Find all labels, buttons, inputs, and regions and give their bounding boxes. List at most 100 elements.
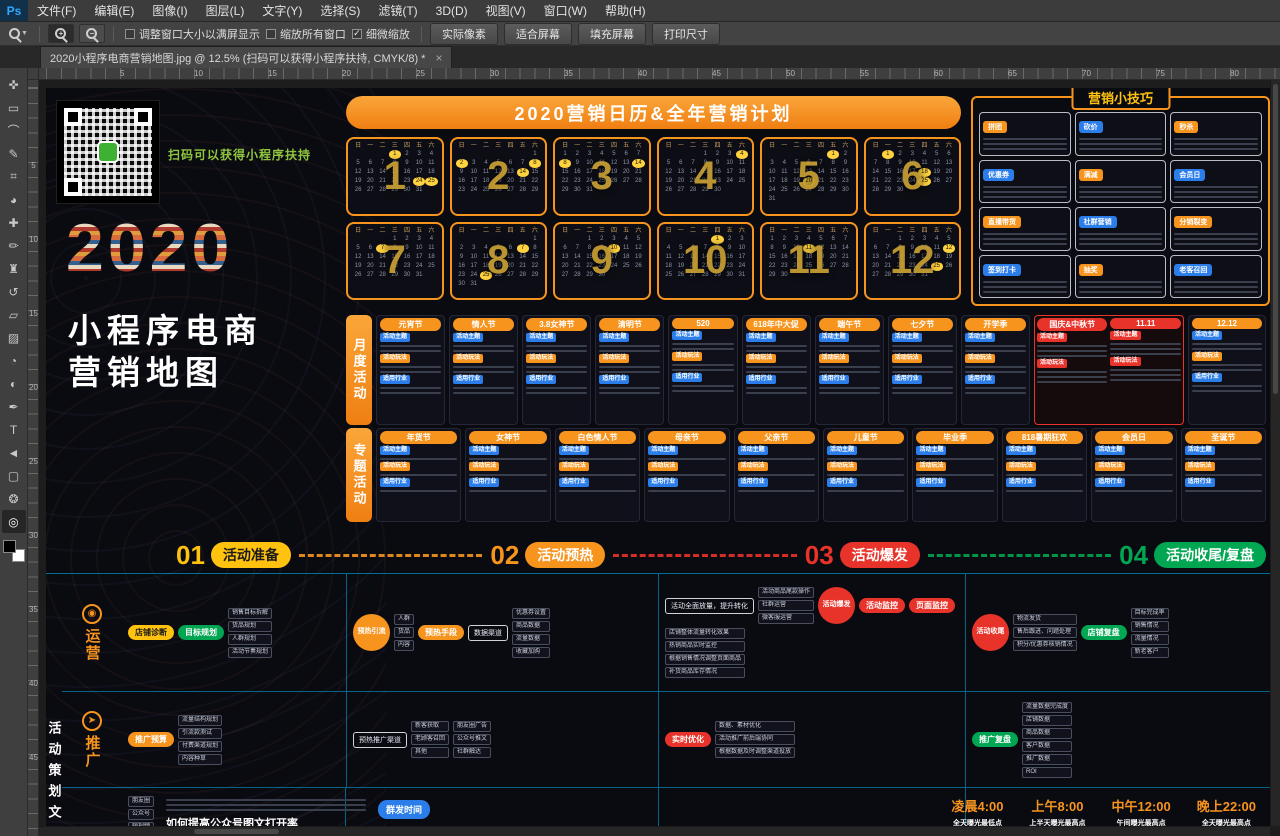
timeline-item: 中午12:00午间曝光最高点: [1112, 796, 1171, 828]
text-lines: [916, 455, 993, 460]
horizontal-scrollbar[interactable]: [39, 826, 1270, 836]
vertical-scrollbar-thumb[interactable]: [1273, 84, 1278, 394]
zoom-out-button[interactable]: −: [79, 24, 105, 43]
card-section-label: 活动玩法: [738, 462, 768, 471]
poster-artwork: 扫码可以获得小程序扶持 2020 小程序电商 营销地图 2020营销日历&全年营…: [46, 88, 1270, 836]
zoom-in-button[interactable]: +: [48, 24, 74, 43]
text-lines: [526, 384, 587, 394]
menu-item-8[interactable]: 视图(V): [477, 0, 535, 22]
move-tool-icon[interactable]: ✜: [2, 73, 26, 96]
history-brush-tool-icon[interactable]: ↺: [2, 280, 26, 303]
menu-item-2[interactable]: 图像(I): [143, 0, 196, 22]
ruler-h-label: 30: [490, 69, 499, 78]
text-lines: [453, 363, 514, 373]
calendar-weekdays: 日一二三四五六: [870, 227, 956, 235]
vertical-ruler: 51015202530354045: [28, 80, 39, 836]
eyedropper-tool-icon[interactable]: ◕: [2, 188, 26, 211]
brush-tool-icon[interactable]: ✏: [2, 234, 26, 257]
marquee-tool-icon[interactable]: ▭: [2, 96, 26, 119]
option-button-1[interactable]: 适合屏幕: [504, 23, 572, 45]
clone-stamp-tool-icon[interactable]: ♜: [2, 257, 26, 280]
menu-item-7[interactable]: 3D(D): [427, 0, 477, 22]
zoom-tool-icon[interactable]: ◎: [2, 510, 26, 533]
horizontal-scrollbar-thumb[interactable]: [194, 829, 279, 834]
card-section: 活动主题: [1037, 333, 1108, 357]
card-section-label: 活动玩法: [559, 462, 589, 471]
tool-palette: ✜▭⌒✎⌗◕✚✏♜↺▱▨◔◐✒T◄▢❂◎: [0, 68, 28, 836]
workflow-node: 货品规划: [228, 621, 272, 632]
card-section-label: 活动玩法: [453, 354, 483, 363]
menu-item-3[interactable]: 图层(L): [197, 0, 254, 22]
shape-tool-icon[interactable]: ▢: [2, 464, 26, 487]
qr-corner: [64, 108, 82, 126]
tips-grid: 拼团砍价秒杀优惠券满减会员日直播带货社群营销分销裂变签到打卡抽奖老客召回: [979, 112, 1262, 298]
calendar-dates: 1234567891011121314151617181920212223242…: [456, 235, 542, 289]
workflow-node: 数据渠道: [468, 625, 508, 641]
activity-card: 儿童节活动主题活动玩法适用行业: [823, 428, 908, 522]
timeline-time: 中午12:00: [1112, 796, 1171, 815]
menu-item-1[interactable]: 编辑(E): [85, 0, 143, 22]
activity-card: 元宵节活动主题活动玩法适用行业: [376, 315, 445, 425]
menu-item-5[interactable]: 选择(S): [311, 0, 369, 22]
poster-title-line2: 营销地图: [68, 356, 224, 389]
card-section: 适用行业: [1006, 478, 1083, 492]
activity-card-title: 520: [672, 318, 733, 329]
card-section-label: 适用行业: [380, 375, 410, 384]
card-section: 适用行业: [819, 375, 880, 394]
healing-brush-tool-icon[interactable]: ✚: [2, 211, 26, 234]
dodge-tool-icon[interactable]: ◐: [2, 372, 26, 395]
activity-card: 清明节活动主题活动玩法适用行业: [595, 315, 664, 425]
option-checkbox-1[interactable]: 缩放所有窗口: [266, 26, 346, 42]
photoshop-logo-icon: Ps: [0, 0, 28, 21]
foreground-color-swatch[interactable]: [3, 540, 16, 553]
blur-tool-icon[interactable]: ◔: [2, 349, 26, 372]
hand-tool-icon[interactable]: ❂: [2, 487, 26, 510]
gradient-tool-icon[interactable]: ▨: [2, 326, 26, 349]
text-lines: [526, 363, 587, 373]
activity-card-title: 端午节: [819, 318, 880, 331]
card-section: 活动玩法: [1110, 357, 1181, 381]
menu-item-0[interactable]: 文件(F): [28, 0, 85, 22]
quick-select-tool-icon[interactable]: ✎: [2, 142, 26, 165]
phase-label: 活动预热: [525, 542, 605, 568]
workflow-node: 页面监控: [909, 598, 955, 613]
menu-item-10[interactable]: 帮助(H): [596, 0, 655, 22]
text-lines: [1185, 455, 1262, 460]
document-canvas[interactable]: 扫码可以获得小程序扶持 2020 小程序电商 营销地图 2020营销日历&全年营…: [39, 80, 1280, 836]
eraser-tool-icon[interactable]: ▱: [2, 303, 26, 326]
card-section-label: 活动主题: [380, 333, 410, 342]
text-lines: [648, 471, 725, 476]
card-section-label: 适用行业: [672, 373, 702, 382]
option-button-2[interactable]: 填充屏幕: [578, 23, 646, 45]
calendar-month-2: 日一二三四五六123456789101112131415161718192021…: [450, 137, 548, 216]
tip-label: 秒杀: [1174, 121, 1198, 133]
path-select-tool-icon[interactable]: ◄: [2, 441, 26, 464]
lasso-tool-icon[interactable]: ⌒: [2, 119, 26, 142]
type-tool-icon[interactable]: T: [2, 418, 26, 441]
option-checkbox-0[interactable]: 调整窗口大小以满屏显示: [125, 26, 260, 42]
close-icon[interactable]: ×: [435, 52, 442, 64]
pen-tool-icon[interactable]: ✒: [2, 395, 26, 418]
tip-box: 拼团: [979, 112, 1071, 156]
tool-preview[interactable]: ▼: [6, 28, 31, 39]
option-checkbox-2[interactable]: ✓细微缩放: [352, 26, 410, 42]
card-section: 活动主题: [469, 446, 546, 460]
calendar-weekdays: 日一二三四五六: [352, 142, 438, 150]
horizontal-ruler: 5101520253035404550556065707580: [39, 68, 1280, 80]
calendar-weekdays: 日一二三四五六: [766, 142, 852, 150]
option-button-3[interactable]: 打印尺寸: [652, 23, 720, 45]
menu-item-9[interactable]: 窗口(W): [535, 0, 596, 22]
vertical-scrollbar[interactable]: [1270, 80, 1280, 826]
workflow-node: 朋友圈广告: [453, 721, 491, 732]
document-tab[interactable]: 2020小程序电商营销地图.jpg @ 12.5% (扫码可以获得小程序扶持, …: [40, 46, 452, 68]
text-lines: [1079, 138, 1163, 150]
color-swatches[interactable]: [3, 540, 25, 562]
menu-item-4[interactable]: 文字(Y): [253, 0, 311, 22]
crop-tool-icon[interactable]: ⌗: [2, 165, 26, 188]
menu-item-6[interactable]: 滤镜(T): [369, 0, 426, 22]
option-button-0[interactable]: 实际像素: [430, 23, 498, 45]
phase-number: 04: [1119, 542, 1148, 568]
workflow-row-label: ➤推广: [62, 692, 122, 788]
workflow-node: 社群运营: [758, 600, 814, 611]
separator: [113, 26, 114, 42]
